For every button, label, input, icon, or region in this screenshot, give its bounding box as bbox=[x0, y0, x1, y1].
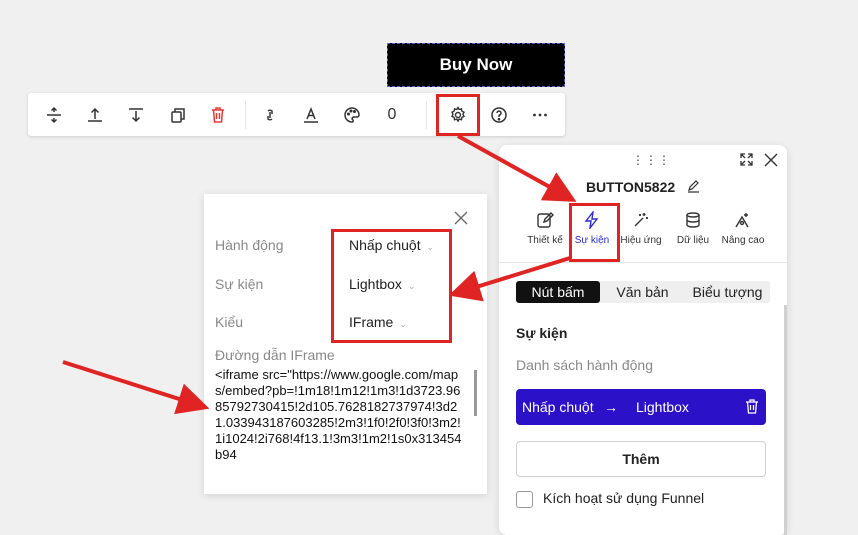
annotation-arrows bbox=[62, 134, 577, 415]
arrow-to-dropdowns bbox=[448, 256, 571, 302]
arrow-to-iframe-code bbox=[62, 360, 210, 415]
arrow-to-events-tab bbox=[457, 134, 577, 202]
